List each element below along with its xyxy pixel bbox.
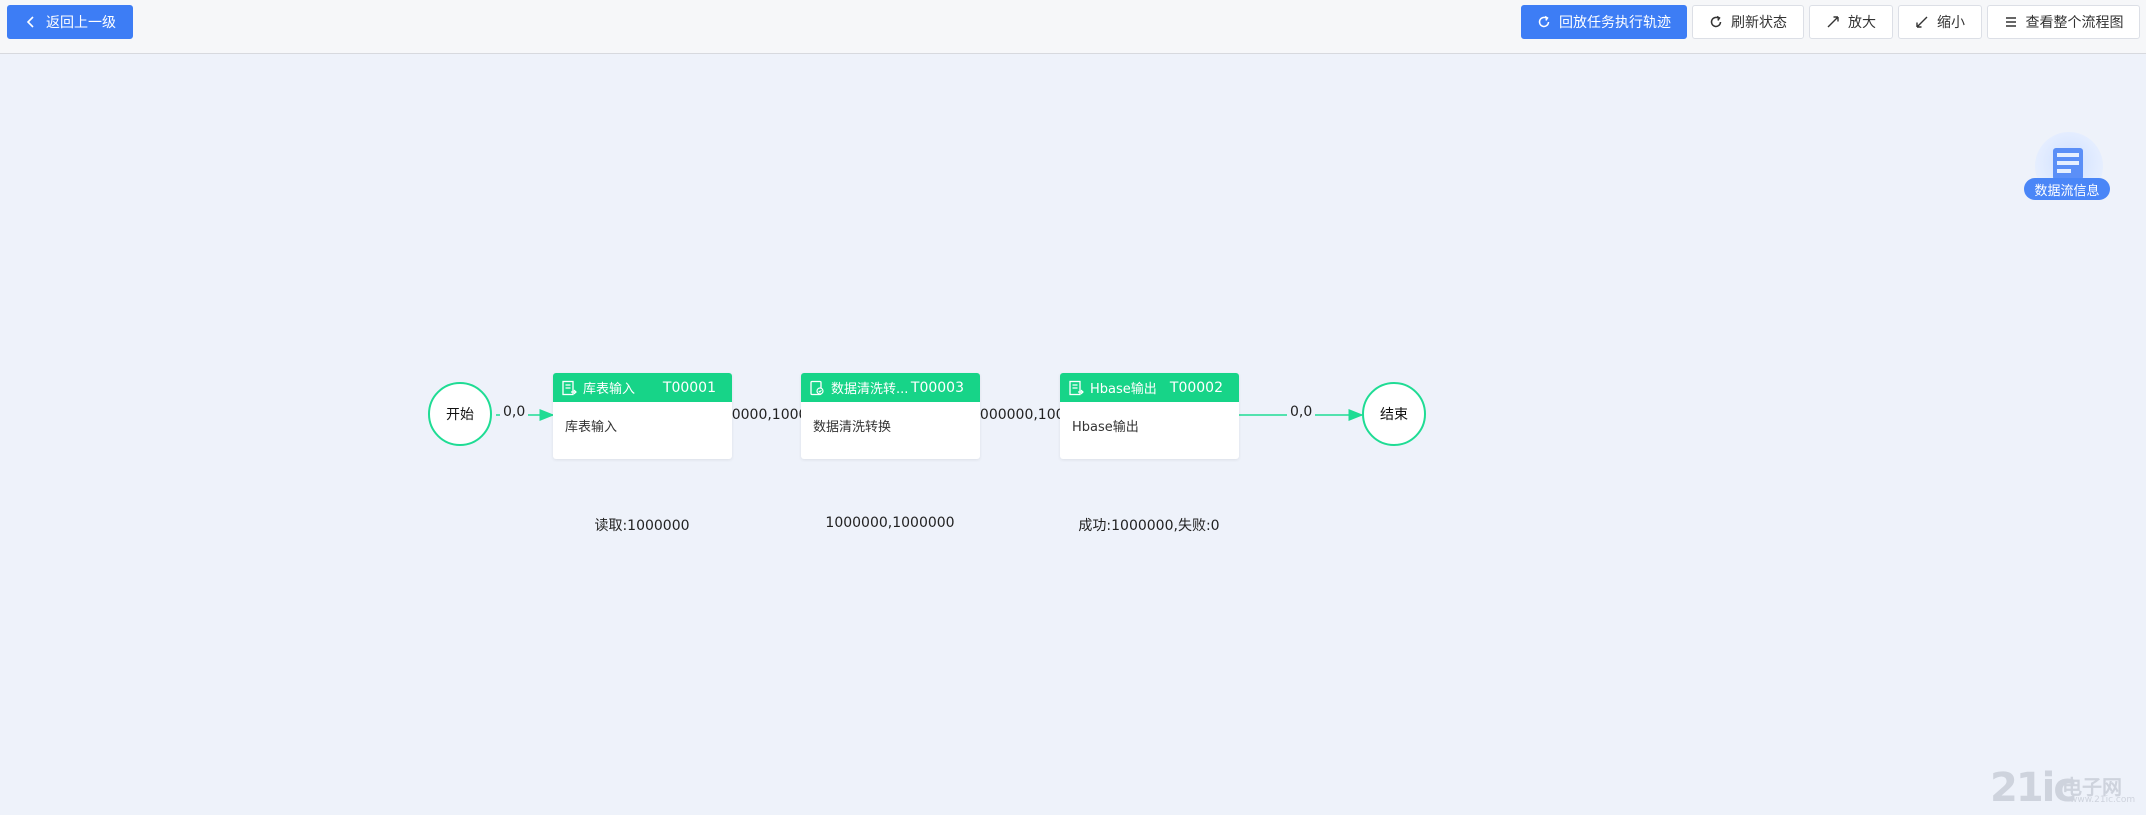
node-header: 库表输入 T00001 bbox=[553, 373, 732, 402]
zoom-out-button[interactable]: 缩小 bbox=[1898, 5, 1982, 39]
back-button[interactable]: 返回上一级 bbox=[7, 5, 133, 39]
edge-label: 1000000,1000000 bbox=[980, 407, 1060, 423]
edge-label: 1000000,1000000 bbox=[732, 407, 801, 423]
edge-label-clip: 1000000,1000000 bbox=[980, 404, 1060, 423]
back-button-label: 返回上一级 bbox=[46, 15, 116, 31]
view-all-label: 查看整个流程图 bbox=[2025, 15, 2124, 31]
node-name: Hbase输出 bbox=[1090, 382, 1157, 397]
flow-node-table-input[interactable]: 库表输入 T00001 库表输入 bbox=[553, 373, 732, 459]
start-node-label: 开始 bbox=[446, 407, 474, 423]
zoom-in-button[interactable]: 放大 bbox=[1809, 5, 1893, 39]
zoom-out-label: 缩小 bbox=[1937, 15, 1965, 31]
flow-canvas[interactable]: 开始 结束 0,0 1000000,1000000 1000000,100000… bbox=[0, 54, 2146, 815]
table-input-icon bbox=[561, 380, 577, 396]
hbase-output-icon bbox=[1068, 380, 1084, 396]
node-code: T00002 bbox=[1169, 379, 1223, 396]
node-name: 库表输入 bbox=[583, 382, 636, 397]
replay-trace-button[interactable]: 回放任务执行轨迹 bbox=[1521, 5, 1687, 39]
node-body: 库表输入 bbox=[565, 420, 618, 435]
refresh-status-label: 刷新状态 bbox=[1731, 15, 1787, 31]
start-node[interactable]: 开始 bbox=[428, 382, 492, 446]
view-all-button[interactable]: 查看整个流程图 bbox=[1987, 5, 2140, 39]
flow-node-data-clean[interactable]: 数据清洗转... T00003 数据清洗转换 bbox=[801, 373, 980, 459]
refresh-icon bbox=[1709, 15, 1723, 29]
dataflow-info-label: 数据流信息 bbox=[2024, 178, 2110, 200]
node-header: 数据清洗转... T00003 bbox=[801, 373, 980, 402]
chevron-left-icon bbox=[24, 15, 38, 29]
zoom-in-label: 放大 bbox=[1848, 15, 1876, 31]
edge-label: 0,0 bbox=[500, 404, 529, 420]
node-body: 数据清洗转换 bbox=[813, 420, 892, 435]
node-body: Hbase输出 bbox=[1072, 420, 1139, 435]
edge-label-clip: 1000000,1000000 bbox=[732, 404, 801, 423]
end-node[interactable]: 结束 bbox=[1362, 382, 1426, 446]
refresh-status-button[interactable]: 刷新状态 bbox=[1692, 5, 1804, 39]
flow-node-hbase-output[interactable]: Hbase输出 T00002 Hbase输出 bbox=[1060, 373, 1239, 459]
node-name: 数据清洗转... bbox=[831, 382, 909, 397]
replay-trace-label: 回放任务执行轨迹 bbox=[1559, 15, 1671, 31]
dataflow-info-button[interactable]: 数据流信息 bbox=[2022, 132, 2114, 222]
watermark-logo: 21ic 电子网 www.21ic.com bbox=[1990, 765, 2140, 811]
expand-icon bbox=[1826, 15, 1840, 29]
node-header: Hbase输出 T00002 bbox=[1060, 373, 1239, 402]
edge-label: 0,0 bbox=[1287, 404, 1316, 420]
node-stat: 读取:1000000 bbox=[594, 518, 690, 534]
list-icon bbox=[2004, 15, 2018, 29]
shrink-icon bbox=[1915, 15, 1929, 29]
data-clean-icon bbox=[809, 380, 825, 396]
toolbar: 返回上一级 回放任务执行轨迹 刷新状态 放大 缩小 查看整个流程图 bbox=[0, 0, 2146, 54]
watermark-domain: www.21ic.com bbox=[2070, 795, 2136, 805]
node-code: T00001 bbox=[662, 379, 716, 396]
end-node-label: 结束 bbox=[1380, 407, 1408, 423]
node-code: T00003 bbox=[910, 379, 964, 396]
node-stat: 成功:1000000,失败:0 bbox=[1078, 518, 1220, 534]
refresh-icon bbox=[1537, 15, 1551, 29]
node-stat: 1000000,1000000 bbox=[825, 515, 955, 531]
